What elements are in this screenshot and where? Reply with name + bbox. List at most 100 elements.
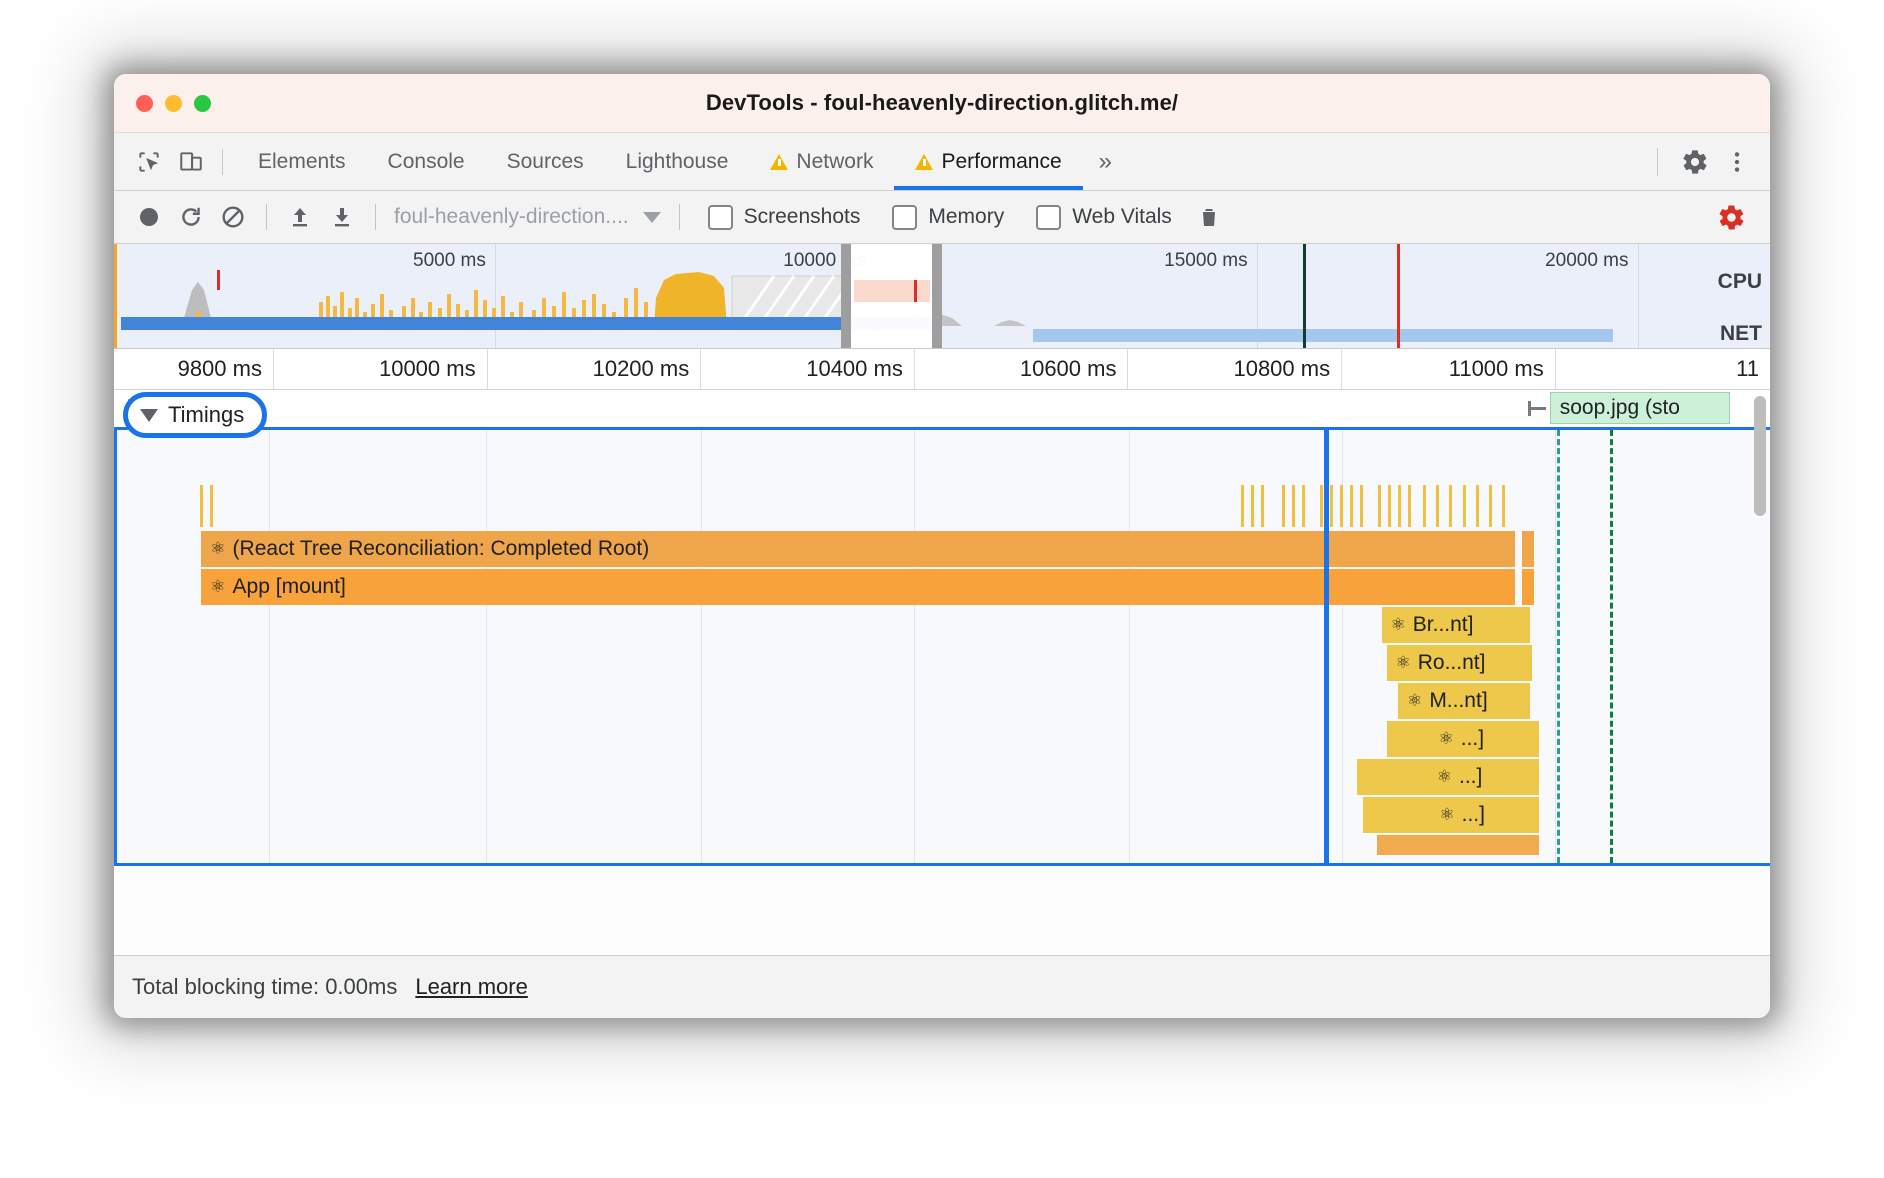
timeline-overview[interactable]: 5000 ms 10000 ms 15000 ms 20000 ms CPU N… <box>114 244 1770 349</box>
window-titlebar: DevTools - foul-heavenly-direction.glitc… <box>114 74 1770 133</box>
device-toolbar-icon[interactable] <box>174 145 208 179</box>
more-tabs-icon[interactable]: » <box>1083 148 1128 176</box>
timing-tick <box>1436 485 1440 527</box>
flame-bar-m-mount[interactable]: ⚛ M...nt] <box>1398 683 1531 719</box>
tab-performance-label: Performance <box>941 149 1062 173</box>
record-button[interactable] <box>128 196 170 238</box>
flame-bar-nested-2[interactable]: ⚛ ...] <box>1356 759 1539 795</box>
ruler-tick-label: 11000 ms <box>1448 356 1544 381</box>
profiling-target-label: foul-heavenly-direction.... <box>394 205 629 228</box>
flame-bar-router-mount[interactable]: ⚛ Ro...nt] <box>1386 645 1532 681</box>
inspect-element-icon[interactable] <box>132 145 166 179</box>
net-track-label: NET <box>1720 322 1762 345</box>
web-vitals-checkbox[interactable]: Web Vitals <box>1020 204 1188 230</box>
tab-sources[interactable]: Sources <box>486 133 605 190</box>
timeline-selection-line[interactable] <box>1323 430 1329 863</box>
learn-more-link[interactable]: Learn more <box>415 974 528 1000</box>
tab-performance[interactable]: Performance <box>894 133 1083 190</box>
ruler-tick-label: 9800 ms <box>177 356 262 381</box>
screenshots-checkbox[interactable]: Screenshots <box>692 204 877 230</box>
tab-lighthouse[interactable]: Lighthouse <box>605 133 750 190</box>
flame-scrollbar-thumb[interactable] <box>1754 396 1766 516</box>
tab-sources-label: Sources <box>506 149 584 173</box>
fp-marker-badge[interactable]: FP <box>1537 427 1583 428</box>
overview-marker-dcl <box>1303 244 1306 348</box>
react-atom-icon: ⚛ <box>1436 767 1452 786</box>
status-bar: Total blocking time: 0.00ms Learn more <box>114 955 1770 1018</box>
timing-tick <box>1398 485 1402 527</box>
tabbar-divider <box>222 148 223 175</box>
flame-bar-app-mount-tail[interactable] <box>1522 569 1534 605</box>
profiling-target-select[interactable]: foul-heavenly-direction.... <box>388 205 667 229</box>
overview-window-strip <box>854 280 931 302</box>
chevron-down-icon[interactable] <box>140 408 158 422</box>
reload-and-profile-button[interactable] <box>170 196 212 238</box>
flame-bar-nested-1[interactable]: ⚛ ...] <box>1386 721 1539 757</box>
tab-console[interactable]: Console <box>367 133 486 190</box>
gear-icon[interactable] <box>1678 145 1712 179</box>
overview-window-left-handle[interactable] <box>840 244 851 348</box>
react-atom-icon: ⚛ <box>1438 729 1454 748</box>
tab-network-label: Network <box>796 149 874 173</box>
minimize-window-button[interactable] <box>165 95 182 112</box>
flame-bar-react-tree-reconciliation[interactable]: ⚛ (React Tree Reconciliation: Completed … <box>201 531 1516 567</box>
ruler-gridline <box>913 349 915 389</box>
ruler-gridline <box>486 349 488 389</box>
timing-tick <box>1350 485 1354 527</box>
track-header-timings[interactable]: Timings <box>123 392 268 438</box>
overview-marker-load <box>1397 244 1401 348</box>
web-vitals-checkbox-box[interactable] <box>1036 204 1062 230</box>
capture-settings-gear-icon[interactable] <box>1710 196 1752 238</box>
collect-garbage-button[interactable] <box>1188 196 1230 238</box>
timing-tick <box>1488 485 1492 527</box>
flame-bar-browser-router-mount[interactable]: ⚛ Br...nt] <box>1381 607 1531 643</box>
save-profile-button[interactable] <box>321 196 363 238</box>
tab-lighthouse-label: Lighthouse <box>625 149 729 173</box>
ruler-gridline <box>700 349 702 389</box>
warning-triangle-icon <box>770 153 789 170</box>
net-bar-primary <box>120 317 942 330</box>
flame-bar-react-tree-reconciliation-tail[interactable] <box>1522 531 1534 567</box>
timings-track-body[interactable]: FP FCP <box>114 427 1770 866</box>
net-bar-secondary <box>1033 329 1613 342</box>
flame-gridline <box>700 430 702 863</box>
ruler-tick-label: 11 <box>1736 356 1759 381</box>
timing-tick <box>1302 485 1306 527</box>
toolbar-divider-2 <box>375 204 376 230</box>
performance-toolbar-right <box>1710 196 1770 238</box>
tab-elements-label: Elements <box>258 149 346 173</box>
toolbar-divider-3 <box>678 204 680 230</box>
react-atom-icon: ⚛ <box>210 577 226 596</box>
clear-recording-button[interactable] <box>212 196 254 238</box>
timing-tick <box>209 485 213 527</box>
flame-bar-app-mount[interactable]: ⚛ App [mount] <box>201 569 1516 605</box>
flame-bar-nested-4[interactable] <box>1376 835 1539 855</box>
overview-marker-red <box>216 270 220 290</box>
screenshots-checkbox-label: Screenshots <box>743 205 861 228</box>
vertical-dots-icon[interactable] <box>1720 145 1754 179</box>
flame-gridline <box>485 430 487 863</box>
load-profile-button[interactable] <box>279 196 321 238</box>
tab-elements[interactable]: Elements <box>237 133 367 190</box>
overview-gridline <box>1637 244 1639 348</box>
total-blocking-time-text: Total blocking time: 0.00ms <box>132 974 398 999</box>
fcp-marker-badge[interactable]: FCP <box>1601 427 1661 428</box>
memory-checkbox[interactable]: Memory <box>876 204 1020 230</box>
flame-gridline <box>269 430 271 863</box>
screenshots-checkbox-box[interactable] <box>707 204 733 230</box>
flame-vertical-scrollbar[interactable] <box>1752 390 1768 866</box>
tab-list: Elements Console Sources Lighthouse Netw… <box>237 133 1128 190</box>
network-request-chip[interactable]: soop.jpg (sto <box>1549 392 1730 424</box>
maximize-window-button[interactable] <box>194 95 211 112</box>
tab-network[interactable]: Network <box>749 133 894 190</box>
react-atom-icon: ⚛ <box>1390 615 1406 634</box>
timing-tick <box>1449 485 1453 527</box>
memory-checkbox-box[interactable] <box>892 204 918 230</box>
timing-tick <box>1340 485 1344 527</box>
flame-chart-area[interactable]: Network soop.jpg (sto Timings FP <box>114 390 1770 866</box>
ruler-gridline <box>272 349 274 389</box>
flame-bar-nested-3[interactable]: ⚛ ...] <box>1363 797 1539 833</box>
overview-window-right-handle[interactable] <box>932 244 943 348</box>
network-request-label: soop.jpg (sto <box>1559 396 1680 419</box>
close-window-button[interactable] <box>136 95 153 112</box>
